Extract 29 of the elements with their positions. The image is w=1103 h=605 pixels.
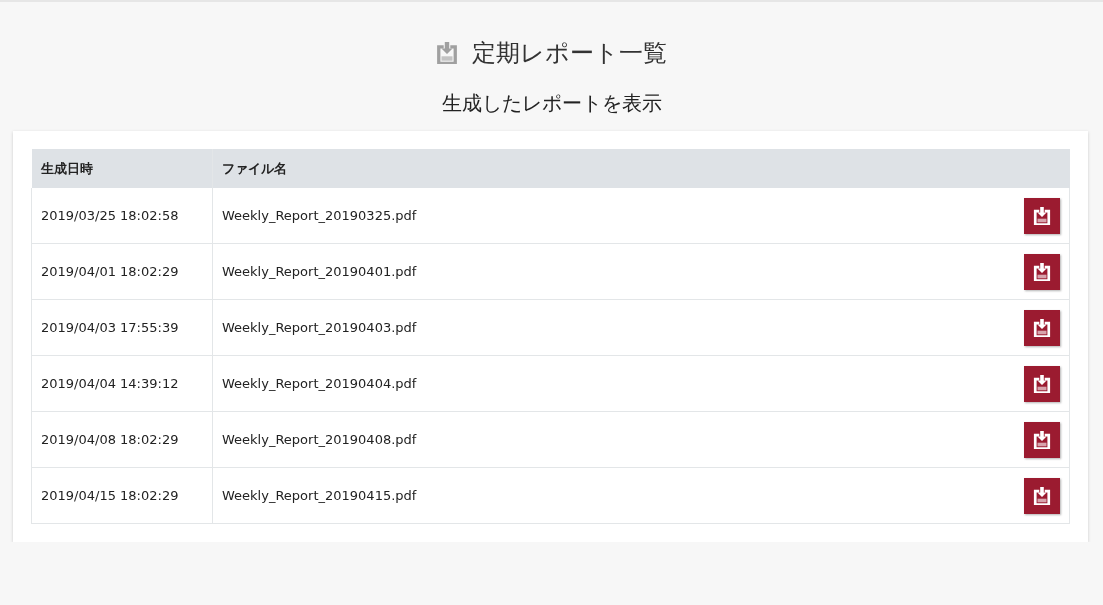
table-cell: Weekly_Report_20190415.pdf: [212, 467, 1011, 524]
table-cell: 2019/04/01 18:02:29: [31, 243, 213, 300]
table-cell: Weekly_Report_20190408.pdf: [212, 411, 1011, 468]
pdf-download-icon: [436, 40, 458, 66]
pdf-download-icon: [1033, 261, 1051, 282]
pdf-download-button[interactable]: [1024, 253, 1060, 290]
column-header: 生成日時: [31, 149, 213, 188]
pdf-download-button[interactable]: [1024, 309, 1060, 346]
page-title: 定期レポート一覧: [472, 38, 667, 69]
page-subtitle: 生成したレポートを表示: [440, 90, 663, 117]
table-cell: Weekly_Report_20190325.pdf: [212, 188, 1011, 244]
pdf-download-button[interactable]: [1024, 365, 1060, 402]
pdf-download-icon: [1033, 373, 1051, 394]
table-cell: Weekly_Report_20190401.pdf: [212, 243, 1011, 300]
table-cell: 2019/04/03 17:55:39: [31, 299, 213, 356]
pdf-download-icon: [1033, 205, 1051, 226]
table-cell: 2019/03/25 18:02:58: [31, 188, 213, 244]
pdf-download-icon: [1033, 485, 1051, 506]
pdf-download-button[interactable]: [1024, 421, 1060, 458]
pdf-download-button[interactable]: [1024, 477, 1060, 514]
table-cell: 2019/04/08 18:02:29: [31, 411, 213, 468]
pdf-download-button[interactable]: [1024, 197, 1060, 234]
column-header: ファイル名: [212, 149, 1070, 188]
pdf-download-icon: [1033, 429, 1051, 450]
table-cell: 2019/04/04 14:39:12: [31, 355, 213, 412]
table-cell: 2019/04/15 18:02:29: [31, 467, 213, 524]
table-cell: Weekly_Report_20190403.pdf: [212, 299, 1011, 356]
table-cell: Weekly_Report_20190404.pdf: [212, 355, 1011, 412]
pdf-download-icon: [1033, 317, 1051, 338]
